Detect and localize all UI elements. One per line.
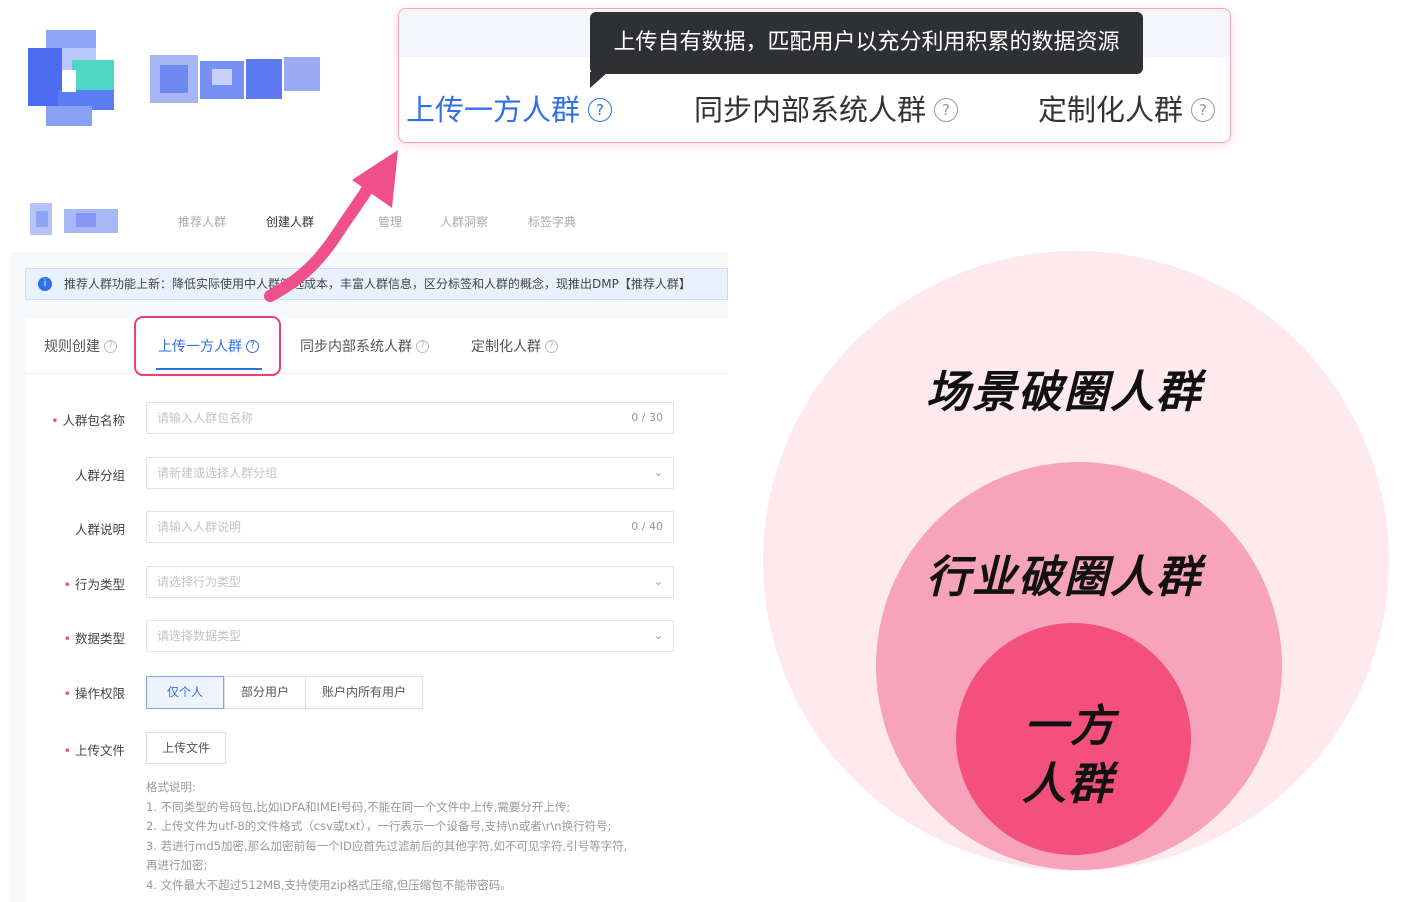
tab-sync-internal[interactable]: 同步内部系统人群? — [300, 336, 429, 356]
tab-custom[interactable]: 定制化人群? — [471, 336, 558, 356]
placeholder-text: 请选择行为类型 — [157, 575, 242, 589]
char-counter: 0 / 30 — [631, 411, 663, 424]
notes-item: 4. 文件最大不超过512MB,支持使用zip格式压缩,但压缩包不能带密码。 — [146, 877, 512, 892]
field-label-datatype: • 数据类型 — [63, 631, 125, 646]
zoom-tab-custom[interactable]: 定制化人群 ? — [1038, 90, 1216, 130]
help-icon[interactable]: ? — [104, 339, 117, 353]
label-first-party-line2: 人群 — [1022, 759, 1114, 810]
nav-recommended[interactable]: 推荐人群 — [178, 213, 226, 230]
zoom-tab-upload-first-party[interactable]: 上传一方人群 ? — [406, 90, 613, 130]
notes-title: 格式说明: — [146, 780, 196, 794]
label-industry-audience: 行业破圈人群 — [926, 552, 1202, 603]
data-type-select[interactable]: 请选择数据类型 ⌄ — [146, 620, 674, 652]
format-notes: 格式说明: 1. 不同类型的号码包,比如IDFA和IMEI号码,不能在同一个文件… — [146, 778, 686, 895]
audience-group-select[interactable]: 请新建或选择人群分组 ⌄ — [146, 457, 674, 489]
notes-item: 3. 若进行md5加密,那么加密前每一个ID应首先过滤前后的其他字符,如不可见字… — [146, 838, 628, 853]
label-first-party-line1: 一方 — [1024, 701, 1116, 752]
notes-item: 2. 上传文件为utf-8的文件格式（csv或txt），一行表示一个设备号,支持… — [146, 819, 612, 833]
tab-label: 同步内部系统人群 — [300, 339, 412, 355]
chevron-down-icon: ⌄ — [653, 466, 663, 479]
zoom-tab-label: 上传一方人群 — [406, 93, 581, 127]
zoom-tab-label: 定制化人群 — [1038, 93, 1184, 127]
upload-file-button[interactable]: 上传文件 — [146, 732, 226, 764]
field-label-desc: 人群说明 — [74, 522, 125, 537]
audience-name-input[interactable]: 请输入人群包名称 0 / 30 — [146, 402, 674, 434]
field-label-upload: • 上传文件 — [63, 743, 125, 758]
placeholder-text: 请选择数据类型 — [157, 629, 242, 643]
nav-tag-dictionary[interactable]: 标签字典 — [528, 213, 576, 230]
chevron-down-icon: ⌄ — [653, 629, 663, 642]
placeholder-text: 请输入人群包名称 — [157, 411, 254, 425]
brand-name-blurred — [150, 55, 320, 103]
char-counter: 0 / 40 — [631, 520, 663, 533]
announcement-banner: i 推荐人群功能上新：降低实际使用中人群筛选成本，丰富人群信息，区分标签和人群的… — [25, 268, 728, 300]
tab-label: 规则创建 — [44, 339, 100, 355]
tab-label: 定制化人群 — [471, 339, 541, 355]
tooltip-arrow — [590, 72, 608, 88]
help-icon[interactable]: ? — [934, 98, 959, 122]
zoom-tab-sync-internal[interactable]: 同步内部系统人群 ? — [694, 90, 959, 130]
permission-option-self[interactable]: 仅个人 — [146, 676, 224, 709]
notes-item: 再进行加密; — [146, 858, 208, 872]
behavior-type-select[interactable]: 请选择行为类型 ⌄ — [146, 566, 674, 598]
permission-option-partial[interactable]: 部分用户 — [224, 676, 306, 709]
field-label-permission: • 操作权限 — [63, 686, 125, 701]
zoom-tab-label: 同步内部系统人群 — [694, 93, 927, 127]
permission-option-all[interactable]: 账户内所有用户 — [305, 676, 423, 709]
field-label-name: • 人群包名称 — [51, 413, 125, 428]
help-icon[interactable]: ? — [588, 98, 613, 122]
mini-brand-blurred — [30, 203, 118, 235]
label-scene-audience: 场景破圈人群 — [926, 367, 1202, 418]
help-icon[interactable]: ? — [416, 339, 429, 353]
nav-insight[interactable]: 人群洞察 — [440, 213, 488, 230]
placeholder-text: 请新建或选择人群分组 — [157, 466, 278, 480]
field-label-group: 人群分组 — [74, 468, 125, 483]
nav-manage[interactable]: 管理 — [378, 213, 402, 230]
field-label-behavior: • 行为类型 — [63, 577, 125, 592]
help-icon[interactable]: ? — [1191, 98, 1216, 122]
brand-logo-icon — [28, 30, 114, 126]
placeholder-text: 请输入人群说明 — [157, 520, 242, 534]
help-tooltip: 上传自有数据，匹配用户以充分利用积累的数据资源 — [590, 12, 1143, 74]
chevron-down-icon: ⌄ — [653, 575, 663, 588]
tab-rule-create[interactable]: 规则创建? — [44, 336, 117, 356]
announcement-text: 推荐人群功能上新：降低实际使用中人群筛选成本，丰富人群信息，区分标签和人群的概念… — [64, 277, 691, 291]
notes-item: 1. 不同类型的号码包,比如IDFA和IMEI号码,不能在同一个文件中上传,需要… — [146, 799, 571, 814]
nav-create[interactable]: 创建人群 — [266, 213, 314, 230]
info-icon: i — [38, 277, 52, 291]
tab-highlight-box — [134, 316, 281, 376]
help-icon[interactable]: ? — [545, 339, 558, 353]
audience-desc-input[interactable]: 请输入人群说明 0 / 40 — [146, 511, 674, 543]
